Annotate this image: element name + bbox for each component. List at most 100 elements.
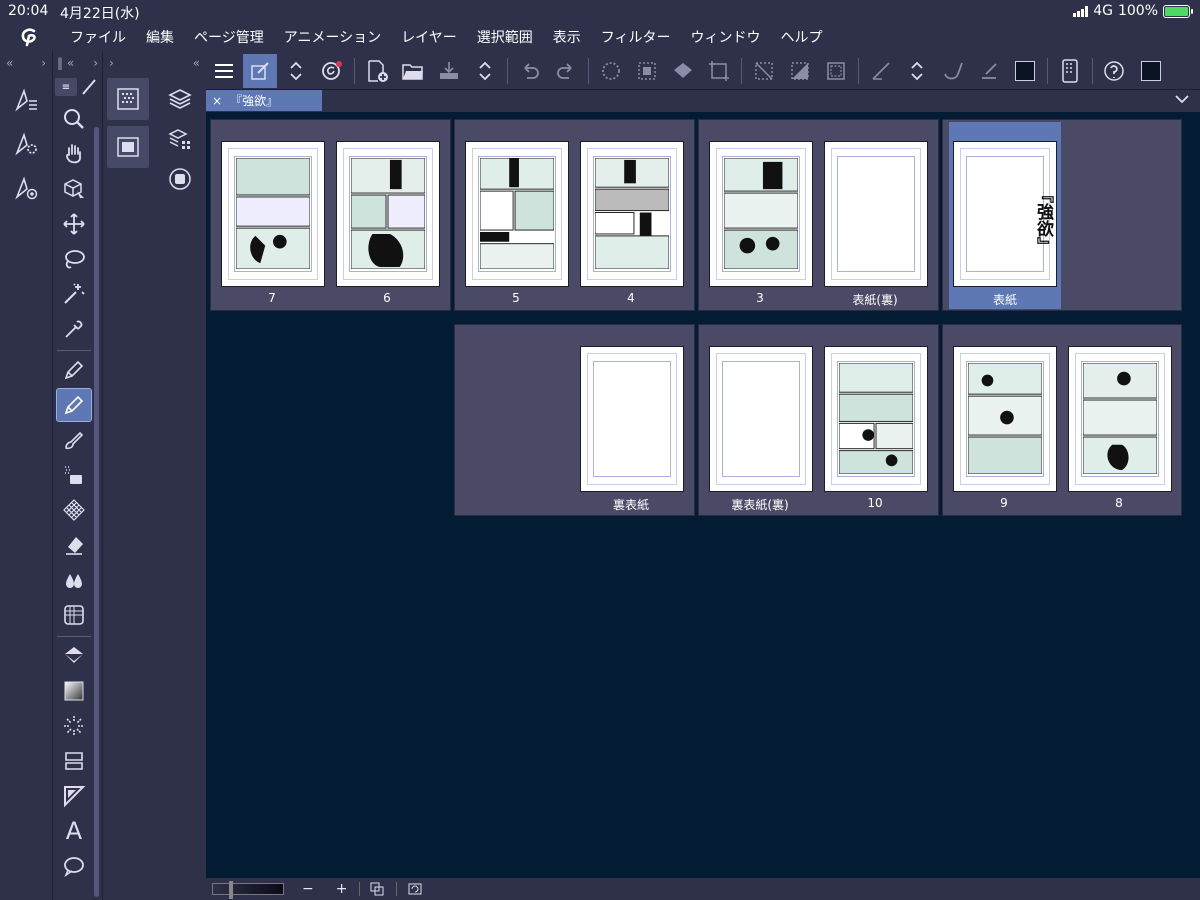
- undo-icon[interactable]: [513, 54, 547, 88]
- menu-edit[interactable]: 編集: [136, 27, 184, 47]
- menu-page-management[interactable]: ページ管理: [184, 27, 274, 47]
- save-tray-icon[interactable]: [432, 54, 466, 88]
- tool-palette: ‖ « › ≡ A: [52, 52, 102, 900]
- gradient-tool-icon[interactable]: [57, 675, 91, 707]
- network-label: 4G: [1093, 3, 1113, 19]
- eraser-tool-icon[interactable]: [57, 529, 91, 561]
- move-tool-icon[interactable]: [57, 208, 91, 240]
- page-thumb[interactable]: 3: [707, 139, 813, 309]
- menu-animation[interactable]: アニメーション: [274, 27, 391, 47]
- brush-stroke-icon[interactable]: [936, 54, 970, 88]
- fit-page-icon[interactable]: [370, 882, 384, 896]
- tab-close-icon[interactable]: ×: [212, 94, 222, 108]
- page-thumb[interactable]: 4: [578, 139, 684, 309]
- pen-settings-icon[interactable]: [6, 126, 46, 162]
- hand-tool-icon[interactable]: [57, 138, 91, 170]
- main-color-swatch[interactable]: [1008, 54, 1042, 88]
- page-thumb-selected[interactable]: 『強欲』 表紙: [949, 122, 1061, 309]
- open-folder-icon[interactable]: [396, 54, 430, 88]
- menu-filter[interactable]: フィルター: [591, 27, 681, 47]
- menu-selection[interactable]: 選択範囲: [467, 27, 543, 47]
- navigator-palette-icon[interactable]: [107, 126, 149, 168]
- zoom-in-button[interactable]: +: [336, 881, 348, 897]
- page-thumb[interactable]: 9: [951, 344, 1057, 514]
- up-down-arrow-icon[interactable]: [900, 54, 934, 88]
- pen-tool-icon[interactable]: [57, 354, 91, 386]
- sub-color-swatch[interactable]: [1134, 54, 1168, 88]
- page-thumb[interactable]: 5: [463, 139, 569, 309]
- collapse-icon[interactable]: «: [6, 56, 13, 70]
- clip-studio-icon[interactable]: [315, 54, 349, 88]
- page-thumb[interactable]: 8: [1066, 344, 1172, 514]
- rotate-view-icon[interactable]: [407, 882, 423, 896]
- expand-icon[interactable]: ›: [109, 56, 114, 70]
- decoration-tool-icon[interactable]: [57, 494, 91, 526]
- menu-layer[interactable]: レイヤー: [391, 27, 467, 47]
- menu-file[interactable]: ファイル: [60, 27, 136, 47]
- ruler-snap-icon[interactable]: [864, 54, 898, 88]
- layer-palette-icon[interactable]: [165, 84, 195, 114]
- pencil-tool-icon[interactable]: [56, 388, 92, 422]
- manga-art: [1083, 363, 1157, 474]
- figure-tool-icon[interactable]: [57, 599, 91, 631]
- menu-view[interactable]: 表示: [543, 27, 591, 47]
- up-down-arrow-icon[interactable]: [468, 54, 502, 88]
- page-thumb[interactable]: 裏表紙: [578, 344, 684, 514]
- material-palette-icon[interactable]: [107, 78, 149, 120]
- chevron-down-icon[interactable]: [1174, 93, 1190, 105]
- clear-icon[interactable]: [594, 54, 628, 88]
- zoom-out-button[interactable]: −: [302, 881, 314, 897]
- pen-stroke-icon[interactable]: [972, 54, 1006, 88]
- zoom-tool-icon[interactable]: [57, 103, 91, 135]
- text-tool-icon[interactable]: A: [57, 815, 91, 847]
- up-down-arrow-icon[interactable]: [279, 54, 313, 88]
- object-tool-icon[interactable]: [57, 173, 91, 205]
- expand-icon[interactable]: ›: [41, 56, 46, 70]
- document-tab[interactable]: × 『強欲』: [206, 90, 322, 111]
- frame-tool-icon[interactable]: [57, 745, 91, 777]
- edit-mode-icon[interactable]: [243, 53, 277, 88]
- invert-selection-icon[interactable]: [783, 54, 817, 88]
- layer-property-icon[interactable]: [165, 124, 195, 154]
- hamburger-menu-icon[interactable]: [207, 54, 241, 88]
- device-icon[interactable]: [1053, 54, 1087, 88]
- palette-menu-icon[interactable]: ≡: [55, 78, 77, 96]
- clear-outside-icon[interactable]: [630, 54, 664, 88]
- new-page-icon[interactable]: [360, 54, 394, 88]
- redo-icon[interactable]: [549, 54, 583, 88]
- select-border-icon[interactable]: [819, 54, 853, 88]
- page-thumb[interactable]: 6: [334, 139, 440, 309]
- eyedropper-icon[interactable]: [57, 313, 91, 345]
- expand-icon[interactable]: ›: [93, 56, 98, 70]
- fill-tool-icon[interactable]: [57, 640, 91, 672]
- page-thumb[interactable]: 裏表紙(裏): [707, 344, 813, 514]
- collapse-icon[interactable]: ‖ «: [57, 56, 74, 70]
- app-logo-icon[interactable]: [0, 22, 60, 52]
- blend-tool-icon[interactable]: [57, 564, 91, 596]
- transform-icon[interactable]: [702, 54, 736, 88]
- pen-list-icon[interactable]: [6, 82, 46, 118]
- menu-help[interactable]: ヘルプ: [771, 27, 833, 47]
- deselect-icon[interactable]: [747, 54, 781, 88]
- color-set-icon[interactable]: [165, 164, 195, 194]
- menu-window[interactable]: ウィンドウ: [681, 27, 771, 47]
- page-thumb[interactable]: 表紙(裏): [822, 139, 928, 309]
- fill-icon[interactable]: [666, 54, 700, 88]
- page-thumb[interactable]: 7: [219, 139, 325, 309]
- pen-target-icon[interactable]: [6, 170, 46, 206]
- magic-wand-icon[interactable]: [57, 278, 91, 310]
- zoom-slider[interactable]: [212, 881, 284, 899]
- airbrush-tool-icon[interactable]: [57, 459, 91, 491]
- lasso-tool-icon[interactable]: [57, 243, 91, 275]
- brush-tab-icon[interactable]: [79, 78, 99, 96]
- brush-tool-icon[interactable]: [57, 424, 91, 456]
- balloon-tool-icon[interactable]: [57, 850, 91, 882]
- tool-scrollbar[interactable]: [94, 127, 99, 897]
- collapse-icon[interactable]: «: [193, 56, 200, 70]
- page-image: [953, 346, 1057, 492]
- col1-collapse[interactable]: «›: [0, 52, 52, 74]
- speedline-tool-icon[interactable]: [57, 710, 91, 742]
- ruler-tool-icon[interactable]: [57, 780, 91, 812]
- help-icon[interactable]: [1098, 54, 1132, 88]
- page-thumb[interactable]: 10: [822, 344, 928, 514]
